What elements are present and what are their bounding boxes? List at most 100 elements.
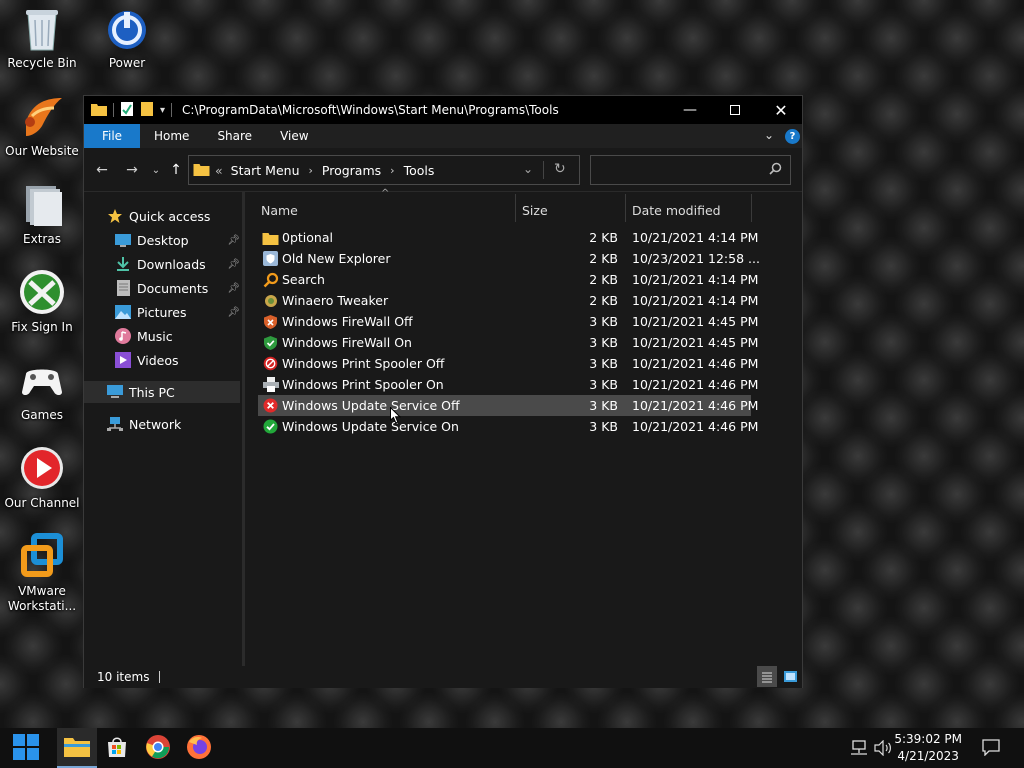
desktop-icon-our-channel[interactable]: Our Channel <box>0 444 84 511</box>
nav-item-label: Documents <box>137 280 209 296</box>
pin-icon[interactable]: 📌︎ <box>227 307 240 318</box>
nav-item-desktop[interactable]: Desktop 📌︎ <box>84 229 240 251</box>
nav-item-network[interactable]: Network <box>84 413 240 435</box>
breadcrumb-item[interactable]: Tools <box>404 163 435 178</box>
file-name: Windows Print Spooler On <box>282 377 444 392</box>
refresh-icon[interactable]: ↻ <box>554 161 566 177</box>
document-icon <box>114 279 132 297</box>
desktop-icon-vmware[interactable]: VMware Workstati... <box>0 532 84 614</box>
video-icon <box>114 351 132 369</box>
pin-icon[interactable]: 📌︎ <box>227 283 240 294</box>
file-row[interactable]: Windows FireWall On 3 KB 10/21/2021 4:45 P… <box>258 332 758 353</box>
tab-file[interactable]: File <box>84 124 140 148</box>
column-header-size[interactable]: Size <box>522 198 548 222</box>
minimize-button[interactable]: — <box>667 96 713 124</box>
nav-item-label: Quick access <box>129 208 211 224</box>
pin-icon[interactable]: 📌︎ <box>227 259 240 270</box>
forward-button[interactable]: → <box>122 160 142 180</box>
file-row[interactable]: Windows Print Spooler Off 3 KB 10/21/2021 … <box>258 353 758 374</box>
desktop-icon-recycle-bin[interactable]: Recycle Bin <box>0 4 84 71</box>
breadcrumb-item[interactable]: Programs <box>322 163 381 178</box>
column-header-date-modified[interactable]: Date modified <box>632 198 721 222</box>
taskbar: 5:39:02 PM 4/21/2023 <box>0 728 1024 768</box>
nav-item-videos[interactable]: Videos <box>84 349 240 371</box>
address-bar[interactable]: « Start Menu › Programs › Tools ⌄ ↻ <box>188 155 580 185</box>
desktop-icon-label: Power <box>108 56 146 70</box>
column-divider[interactable] <box>625 194 626 222</box>
arrow-up-icon: ↑ <box>170 162 182 178</box>
mouse-cursor-icon <box>390 406 402 427</box>
search-input[interactable] <box>591 156 761 184</box>
file-list[interactable]: ^ Name Size Date modified 0ptional 2 KB 10… <box>245 188 802 666</box>
tab-share[interactable]: Share <box>203 124 266 148</box>
minimize-icon: — <box>683 102 697 118</box>
address-dropdown-icon[interactable]: ⌄ <box>523 162 533 176</box>
maximize-button[interactable] <box>712 96 758 124</box>
taskbar-file-explorer[interactable] <box>57 728 97 768</box>
up-button[interactable]: ↑ <box>166 160 186 180</box>
notification-icon[interactable] <box>982 739 1000 759</box>
store-icon <box>106 736 128 761</box>
breadcrumb-item[interactable]: Start Menu <box>231 163 300 178</box>
large-icons-view-button[interactable] <box>780 666 800 687</box>
desktop-icon-our-website[interactable]: Our Website <box>0 92 84 159</box>
file-row[interactable]: Windows Print Spooler On 3 KB 10/21/2021 4… <box>258 374 758 395</box>
tab-home[interactable]: Home <box>140 124 203 148</box>
breadcrumb-overflow[interactable]: « <box>215 163 223 178</box>
nav-item-documents[interactable]: Documents 📌︎ <box>84 277 240 299</box>
file-row[interactable]: Windows FireWall Off 3 KB 10/21/2021 4:45 … <box>258 311 758 332</box>
column-header-name[interactable]: Name <box>261 198 298 222</box>
desktop-icon-extras[interactable]: Extras <box>0 180 84 247</box>
customize-dropdown-icon[interactable]: ▾ <box>160 105 165 116</box>
computer-icon <box>106 383 124 401</box>
title-bar[interactable]: ▾ C:\ProgramData\Microsoft\Windows\Start… <box>84 96 802 124</box>
recent-locations-button[interactable]: ⌄ <box>146 160 166 180</box>
chevron-right-icon[interactable]: › <box>309 164 313 177</box>
taskbar-store[interactable] <box>97 728 137 768</box>
file-name: Windows FireWall On <box>282 335 412 350</box>
navigation-pane[interactable]: Quick access Desktop 📌︎ Downloads 📌︎ Doc… <box>84 192 242 666</box>
properties-icon[interactable] <box>120 101 134 120</box>
close-button[interactable]: ✕ <box>758 96 804 124</box>
power-icon <box>103 4 151 52</box>
chevron-right-icon[interactable]: › <box>390 164 394 177</box>
desktop-icon-games[interactable]: Games <box>0 356 84 423</box>
tab-view[interactable]: View <box>266 124 322 148</box>
desktop-icon-label: Extras <box>23 232 61 246</box>
volume-icon[interactable] <box>874 739 892 759</box>
taskbar-firefox[interactable] <box>179 728 219 768</box>
nav-item-this-pc[interactable]: This PC <box>84 381 240 403</box>
details-view-button[interactable] <box>757 666 777 687</box>
nav-item-downloads[interactable]: Downloads 📌︎ <box>84 253 240 275</box>
pin-icon[interactable]: 📌︎ <box>227 235 240 246</box>
column-divider[interactable] <box>751 194 752 222</box>
network-status-icon[interactable] <box>850 740 868 759</box>
nav-item-quick-access[interactable]: Quick access <box>84 205 240 227</box>
taskbar-chrome[interactable] <box>138 728 178 768</box>
help-icon[interactable]: ? <box>785 129 800 144</box>
new-folder-icon[interactable] <box>140 101 154 120</box>
search-icon <box>262 271 279 288</box>
nav-item-music[interactable]: Music <box>84 325 240 347</box>
search-icon[interactable] <box>769 162 782 178</box>
file-row[interactable]: Search 2 KB 10/21/2021 4:14 PM <box>258 269 758 290</box>
column-divider[interactable] <box>515 194 516 222</box>
file-row[interactable]: 0ptional 2 KB 10/21/2021 4:14 PM <box>258 227 758 248</box>
start-button[interactable] <box>6 728 46 768</box>
file-row[interactable]: Winaero Tweaker 2 KB 10/21/2021 4:14 PM <box>258 290 758 311</box>
desktop-icon-fix-sign-in[interactable]: Fix Sign In <box>0 268 84 335</box>
file-date-modified: 10/21/2021 4:46 PM <box>632 356 759 371</box>
clock-time: 5:39:02 PM <box>894 732 962 746</box>
divider <box>113 103 114 117</box>
clock-date: 4/21/2023 <box>897 749 959 763</box>
expand-ribbon-icon[interactable]: ⌄ <box>764 128 774 142</box>
nav-item-pictures[interactable]: Pictures 📌︎ <box>84 301 240 323</box>
file-row[interactable]: Windows Update Service Off 3 KB 10/21/2021… <box>258 395 758 416</box>
file-row[interactable]: Old New Explorer 2 KB 10/23/2021 12:58 ... <box>258 248 760 269</box>
file-row[interactable]: Windows Update Service On 3 KB 10/21/2021 … <box>258 416 758 437</box>
desktop-icon-power[interactable]: Power <box>85 4 169 71</box>
file-explorer-window[interactable]: ▾ C:\ProgramData\Microsoft\Windows\Start… <box>83 95 803 688</box>
system-clock[interactable]: 5:39:02 PM 4/21/2023 <box>894 731 962 765</box>
search-box[interactable] <box>590 155 791 185</box>
back-button[interactable]: ← <box>92 160 112 180</box>
